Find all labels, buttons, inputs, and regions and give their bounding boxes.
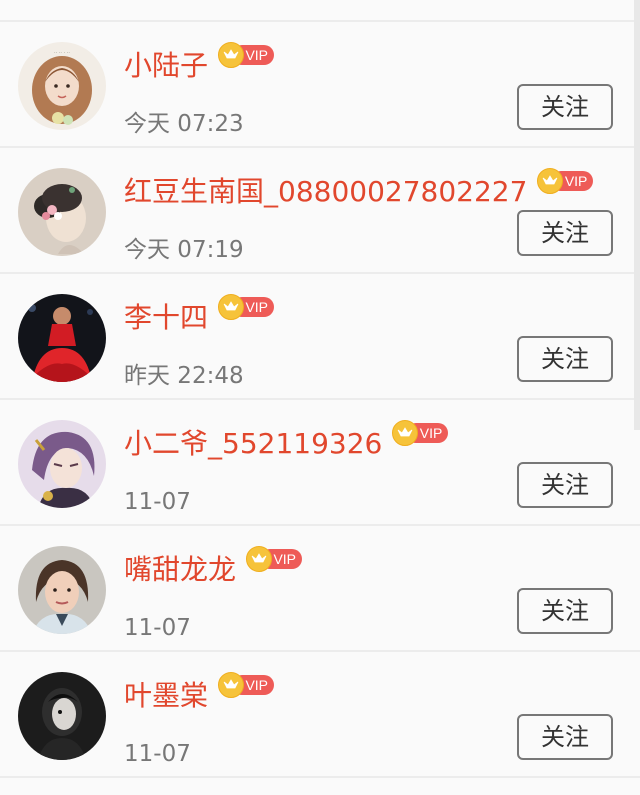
timestamp: 11-07 xyxy=(124,489,191,515)
timestamp: 今天 07:23 xyxy=(124,111,244,137)
username[interactable]: 小二爷_552119326 xyxy=(124,424,382,464)
follow-button[interactable]: 关注 xyxy=(517,714,613,760)
scrollbar[interactable] xyxy=(634,0,640,430)
vip-badge: VIP xyxy=(537,168,595,194)
username[interactable]: 李十四 xyxy=(124,298,208,338)
username[interactable]: 叶墨棠 xyxy=(124,676,208,716)
avatar[interactable] xyxy=(18,420,106,508)
name-line: 红豆生南国_08800027802227 VIP xyxy=(124,168,595,212)
list-item[interactable]: 嘴甜龙龙 VIP 11-07 关注 xyxy=(0,526,640,650)
follow-button[interactable]: 关注 xyxy=(517,84,613,130)
name-line: 李十四 VIP xyxy=(124,294,276,338)
list-item[interactable]: 红豆生南国_08800027802227 VIP 今天 07:19 关注 xyxy=(0,148,640,272)
follower-list: ·· ·· · ·· 小陆子 VIP 今天 07:23 关注 红豆生南国_088… xyxy=(0,0,640,795)
crown-icon xyxy=(218,672,245,698)
vip-badge: VIP xyxy=(246,546,304,572)
username[interactable]: 嘴甜龙龙 xyxy=(124,550,236,590)
crown-icon xyxy=(218,42,245,68)
vip-badge: VIP xyxy=(218,672,276,698)
vip-badge: VIP xyxy=(392,420,450,446)
name-line: 嘴甜龙龙 VIP xyxy=(124,546,304,590)
follow-button[interactable]: 关注 xyxy=(517,336,613,382)
svg-text:·· ·· · ··: ·· ·· · ·· xyxy=(54,50,70,56)
name-line: 叶墨棠 VIP xyxy=(124,672,276,716)
avatar[interactable] xyxy=(18,546,106,634)
avatar[interactable] xyxy=(18,168,106,256)
timestamp: 11-07 xyxy=(124,615,191,641)
list-item[interactable]: 叶墨棠 VIP 11-07 关注 xyxy=(0,652,640,776)
username[interactable]: 小陆子 xyxy=(124,46,208,86)
timestamp: 今天 07:19 xyxy=(124,237,244,263)
list-item[interactable]: 李十四 VIP 昨天 22:48 关注 xyxy=(0,274,640,398)
avatar[interactable] xyxy=(18,672,106,760)
name-line: 小二爷_552119326 VIP xyxy=(124,420,450,464)
follow-button[interactable]: 关注 xyxy=(517,588,613,634)
follow-button[interactable]: 关注 xyxy=(517,210,613,256)
follow-button[interactable]: 关注 xyxy=(517,462,613,508)
crown-icon xyxy=(218,294,245,320)
username[interactable]: 红豆生南国_08800027802227 xyxy=(124,172,527,212)
vip-badge: VIP xyxy=(218,294,276,320)
avatar[interactable] xyxy=(18,294,106,382)
timestamp: 昨天 22:48 xyxy=(124,363,244,389)
crown-icon xyxy=(246,546,273,572)
list-item[interactable]: ·· ·· · ·· 小陆子 VIP 今天 07:23 关注 xyxy=(0,22,640,146)
divider xyxy=(0,776,640,778)
name-line: 小陆子 VIP xyxy=(124,42,276,86)
vip-badge: VIP xyxy=(218,42,276,68)
timestamp: 11-07 xyxy=(124,741,191,767)
avatar[interactable]: ·· ·· · ·· xyxy=(18,42,106,130)
list-item[interactable]: 小二爷_552119326 VIP 11-07 关注 xyxy=(0,400,640,524)
